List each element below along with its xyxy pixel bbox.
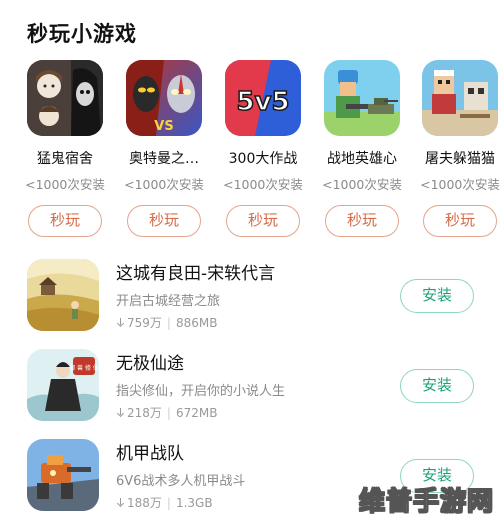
meta-separator: | xyxy=(166,496,171,510)
instant-play-button[interactable]: 秒玩 xyxy=(28,205,102,237)
five-v-five-icon[interactable]: 5v5 xyxy=(225,60,301,136)
download-icon xyxy=(116,408,125,418)
app-downloads: 218万 xyxy=(127,406,162,420)
meta-separator: | xyxy=(166,316,171,330)
app-title[interactable]: 这城有良田-宋轶代言 xyxy=(116,259,275,284)
app-description: 开启古城经营之旅 xyxy=(116,294,221,309)
app-description: 指尖修仙，开启你的小说人生 xyxy=(116,384,286,399)
install-button[interactable]: 安装 xyxy=(400,279,474,313)
section-title: 秒玩小游戏 xyxy=(27,22,137,46)
mini-game-name: 战地英雄心 xyxy=(327,151,397,167)
app-title[interactable]: 机甲战队 xyxy=(116,439,184,464)
mini-game-installs: <1000次安装 xyxy=(322,177,402,192)
meta-separator: | xyxy=(166,406,171,420)
immortal-path-icon[interactable]: 御 兽 修 仙 xyxy=(27,349,99,421)
app-meta: 759万 | 886MB xyxy=(116,314,217,331)
mini-game-installs: <1000次安装 xyxy=(25,177,105,192)
ghost-dorm-icon[interactable] xyxy=(27,60,103,136)
mini-game-name: 300大作战 xyxy=(228,151,298,167)
app-size: 672MB xyxy=(175,406,218,420)
mini-game-name: 屠夫躲猫猫 xyxy=(425,151,495,167)
app-title[interactable]: 无极仙途 xyxy=(116,349,184,374)
app-downloads: 759万 xyxy=(127,316,162,330)
mini-game-card[interactable]: 5v5 300大作战 <1000次安装 秒玩 xyxy=(213,60,313,237)
app-list-item[interactable]: 御 兽 修 仙 无极仙途 指尖修仙，开启你的小说人生 218万 | 672MB 安装 xyxy=(0,349,500,429)
app-meta: 188万 | 1.3GB xyxy=(116,494,213,511)
app-size: 1.3GB xyxy=(175,496,213,510)
svg-text:VS: VS xyxy=(154,119,173,134)
mini-game-name: 猛鬼宿舍 xyxy=(37,151,93,167)
app-list-item[interactable]: 这城有良田-宋轶代言 开启古城经营之旅 759万 | 886MB 安装 xyxy=(0,259,500,339)
site-watermark: 维普手游网 xyxy=(358,487,494,518)
mini-game-installs: <1000次安装 xyxy=(124,177,204,192)
instant-play-button[interactable]: 秒玩 xyxy=(127,205,201,237)
instant-play-button[interactable]: 秒玩 xyxy=(325,205,399,237)
app-description: 6V6战术多人机甲战斗 xyxy=(116,474,246,489)
battlefield-hero-icon[interactable] xyxy=(324,60,400,136)
mini-game-card[interactable]: 屠夫躲猫猫 <1000次安装 秒玩 xyxy=(410,60,500,237)
app-size: 886MB xyxy=(175,316,218,330)
instant-play-button[interactable]: 秒玩 xyxy=(226,205,300,237)
mini-game-name: 奥特曼之… xyxy=(129,151,199,167)
mini-game-card[interactable]: 猛鬼宿舍 <1000次安装 秒玩 xyxy=(15,60,115,237)
mini-game-installs: <1000次安装 xyxy=(420,177,500,192)
app-downloads: 188万 xyxy=(127,496,162,510)
five-v-five-text: 5v5 xyxy=(236,87,289,117)
butcher-hide-seek-icon[interactable] xyxy=(422,60,498,136)
download-icon xyxy=(116,498,125,508)
mini-game-card[interactable]: VS 奥特曼之… <1000次安装 秒玩 xyxy=(114,60,214,237)
farmland-city-icon[interactable] xyxy=(27,259,99,331)
ultraman-icon[interactable]: VS xyxy=(126,60,202,136)
mini-game-card[interactable]: 战地英雄心 <1000次安装 秒玩 xyxy=(312,60,412,237)
mini-game-installs: <1000次安装 xyxy=(223,177,303,192)
install-button[interactable]: 安装 xyxy=(400,369,474,403)
download-icon xyxy=(116,318,125,328)
instant-play-button[interactable]: 秒玩 xyxy=(423,205,497,237)
mini-games-row: 猛鬼宿舍 <1000次安装 秒玩 VS 奥特曼之… <1000次安装 秒玩 5v… xyxy=(0,60,500,240)
app-meta: 218万 | 672MB xyxy=(116,404,217,421)
badge-text: 御 兽 修 仙 xyxy=(69,364,99,372)
mecha-squad-icon[interactable] xyxy=(27,439,99,511)
